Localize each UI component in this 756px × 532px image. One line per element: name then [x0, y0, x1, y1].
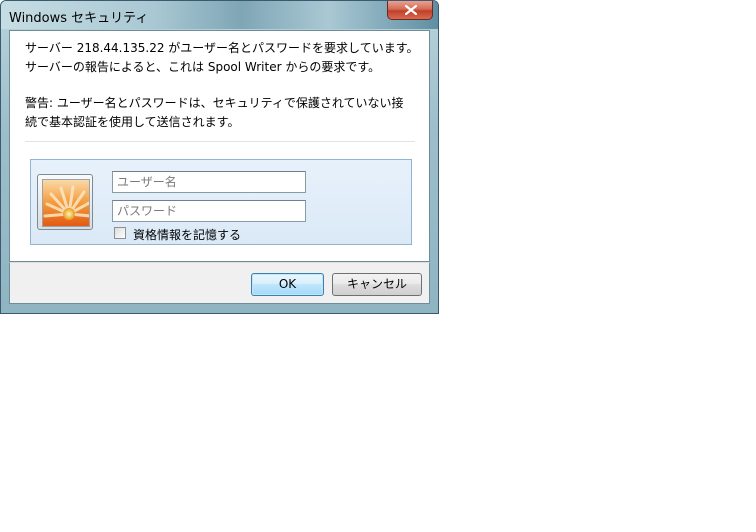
close-button[interactable]: [387, 1, 433, 20]
password-input[interactable]: [112, 200, 306, 222]
flower-user-picture-icon: [42, 179, 90, 227]
title-bar[interactable]: Windows セキュリティ: [1, 1, 438, 29]
user-picture: [37, 174, 93, 230]
message-line-1: サーバー 218.44.135.22 がユーザー名とパスワードを要求しています。: [25, 41, 419, 55]
warning-line-2: 続で基本認証を使用して送信されます。: [25, 115, 240, 129]
windows-security-dialog: Windows セキュリティ サーバー 218.44.135.22 がユーザー名…: [0, 0, 439, 314]
remember-credentials-label[interactable]: 資格情報を記憶する: [133, 226, 241, 243]
warning-line-1: 警告: ユーザー名とパスワードは、セキュリティで保護されていない接: [25, 96, 404, 110]
cancel-button[interactable]: キャンセル: [332, 273, 422, 296]
close-icon: [405, 5, 417, 15]
separator: [25, 141, 415, 142]
window-title: Windows セキュリティ: [9, 11, 149, 26]
remember-credentials-checkbox[interactable]: [114, 227, 126, 239]
dialog-content: サーバー 218.44.135.22 がユーザー名とパスワードを要求しています。…: [9, 30, 430, 262]
message-line-2: サーバーの報告によると、これは Spool Writer からの要求です。: [25, 60, 381, 74]
credential-tile: 資格情報を記憶する: [30, 159, 412, 245]
username-input[interactable]: [112, 171, 306, 193]
ok-button[interactable]: OK: [251, 273, 324, 296]
button-bar: OK キャンセル: [9, 262, 430, 304]
